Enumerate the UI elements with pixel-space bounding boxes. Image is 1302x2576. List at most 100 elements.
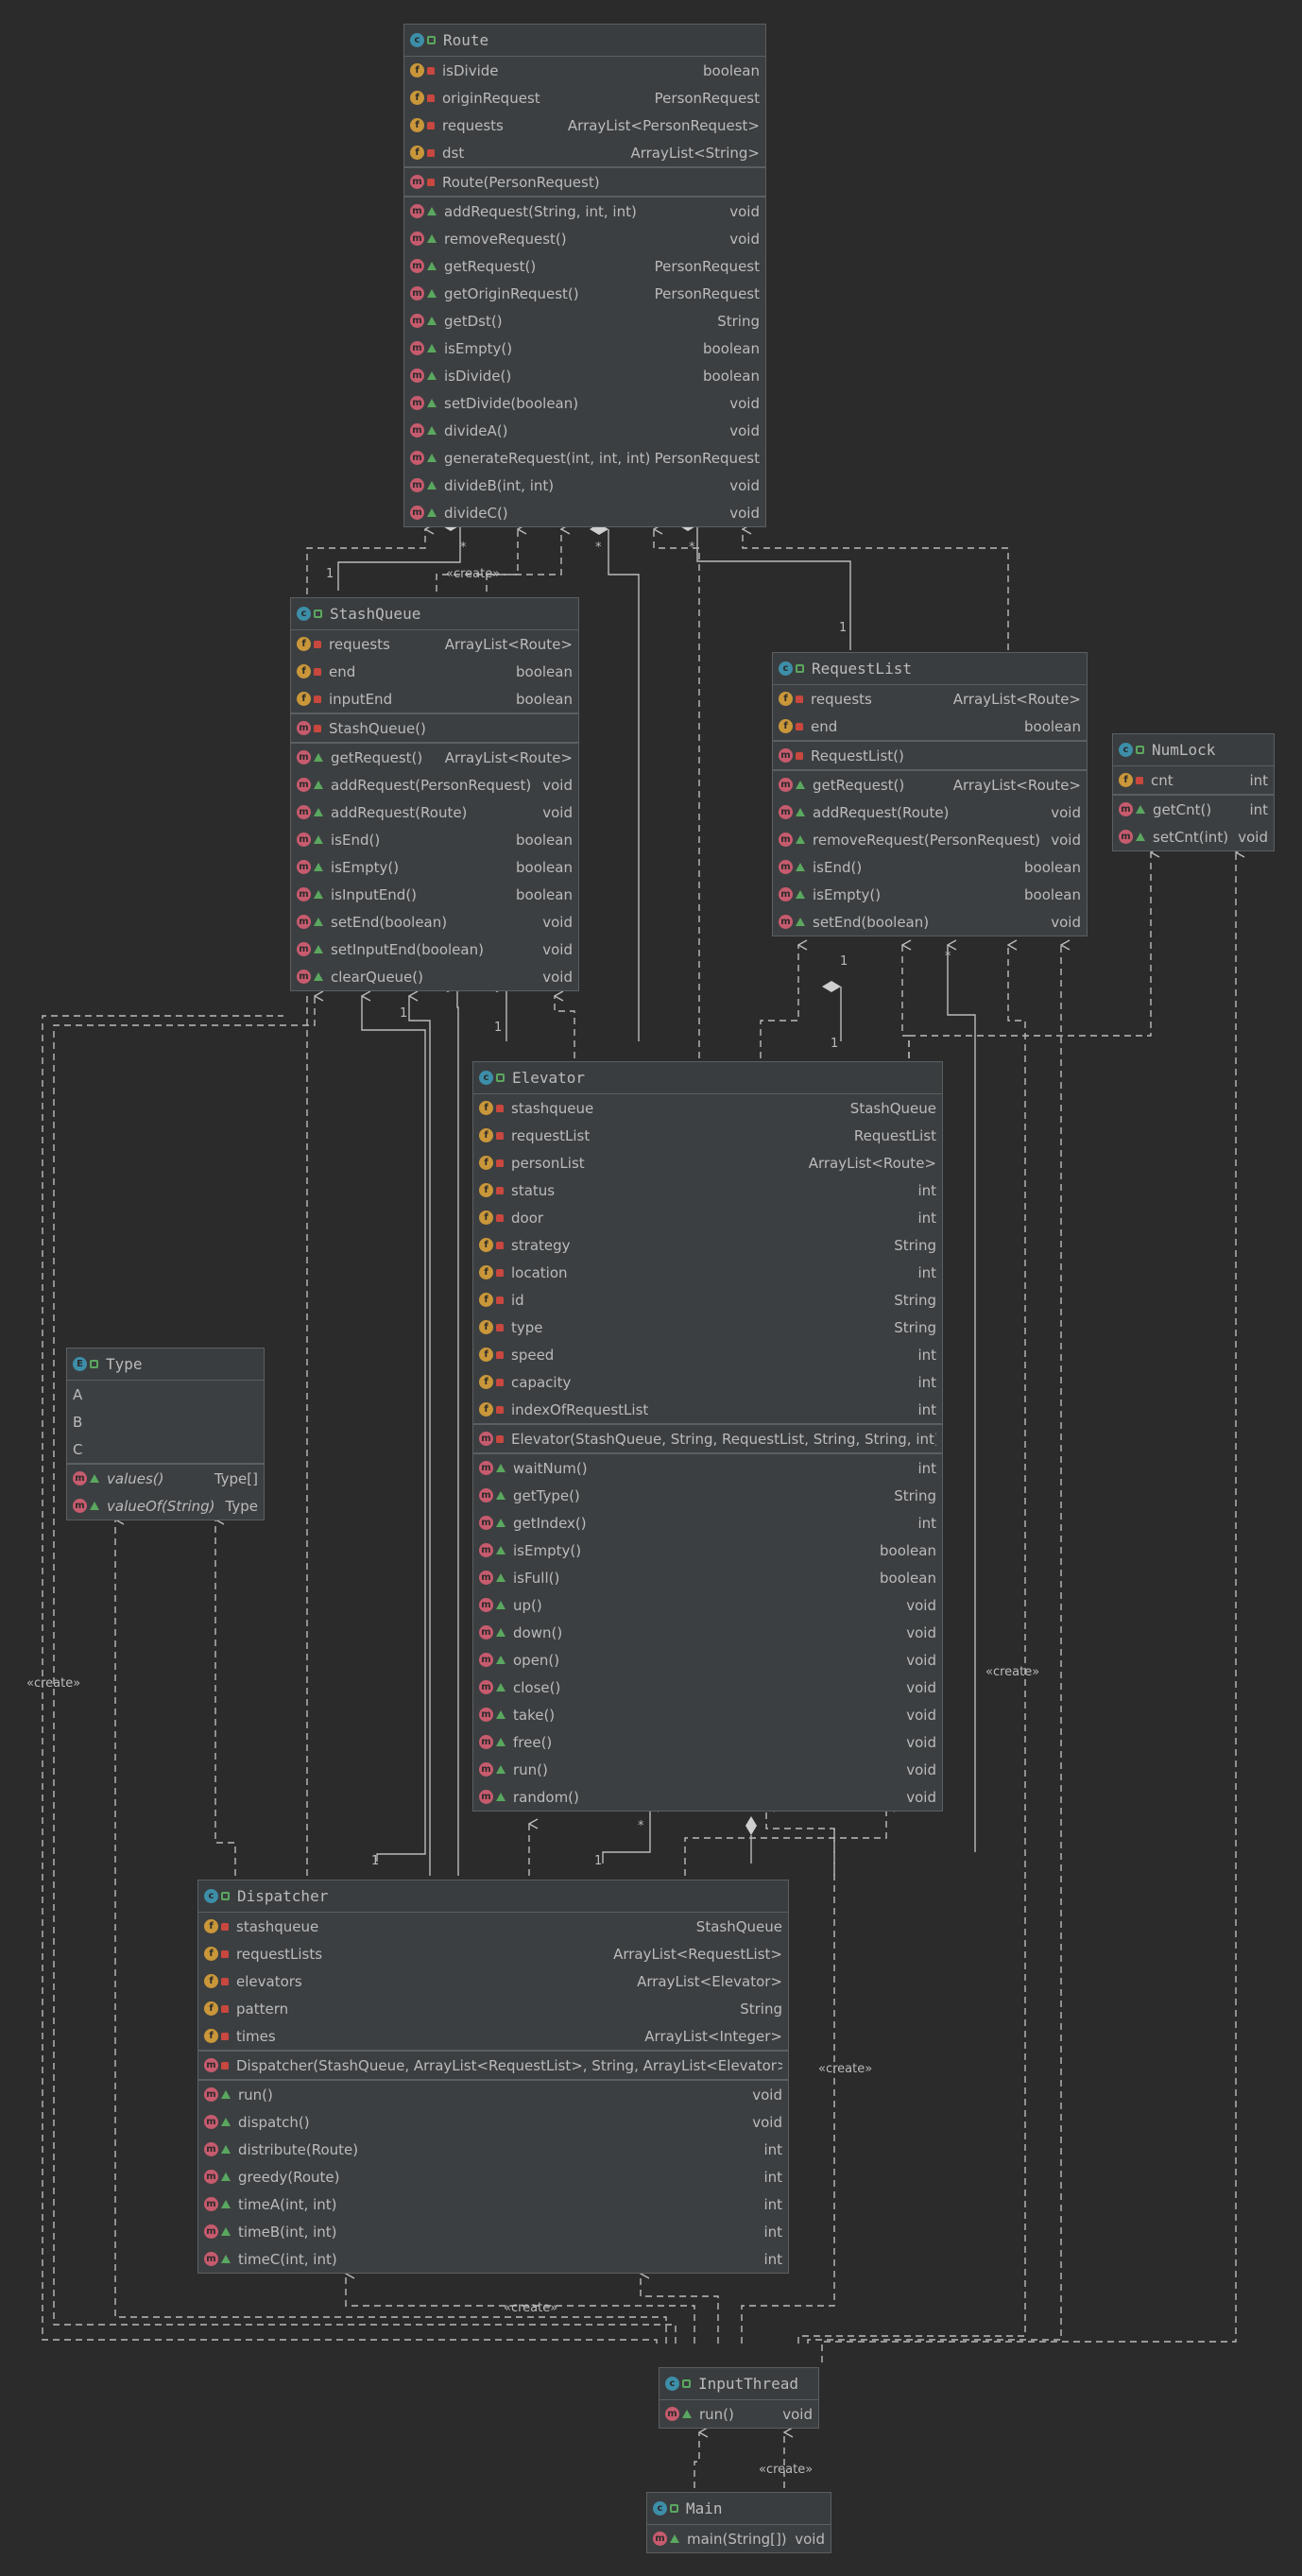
public-icon [314,972,323,981]
public-icon [314,781,323,789]
return-type: void [906,1788,936,1806]
class-stashqueue[interactable]: c StashQueue f requests ArrayList<Route> f en… [290,597,579,991]
field-row: f pattern String [198,1995,788,2022]
field-type: String [740,2000,782,2018]
method-name: addRequest(String, int, int) [444,202,637,220]
return-type: void [752,2113,782,2131]
field-name: speed [511,1346,555,1364]
field-icon: f [410,91,424,105]
field-type: ArrayList<RequestList> [613,1945,782,1963]
field-name: id [511,1291,524,1309]
return-type: PersonRequest [654,257,760,275]
return-type: int [1249,800,1268,818]
return-type: void [729,476,760,494]
method-name: random() [513,1788,579,1806]
create-label: «create» [504,2301,558,2315]
return-type: boolean [1024,858,1081,876]
public-icon [796,835,805,844]
class-header: E Type [67,1348,264,1381]
public-icon [496,1464,505,1472]
class-dispatcher[interactable]: c Dispatcher f stashqueue StashQueue f reques… [197,1880,789,2274]
private-icon [796,722,803,730]
class-type[interactable]: E Type ABC m values() Type[] m valueOf(String… [66,1348,265,1520]
method-row: m distribute(Route) int [198,2136,788,2163]
method-row: m getRequest() ArrayList<Route> [291,744,578,771]
field-row: f stashqueue StashQueue [473,1094,942,1122]
field-type: boolean [703,61,760,79]
method-list: m addRequest(String, int, int) void m remove… [404,197,765,526]
public-icon [221,2227,231,2236]
public-icon [496,1573,505,1582]
field-name: location [511,1263,568,1281]
method-name: down() [513,1623,563,1641]
method-row: m divideB(int, int) void [404,472,765,499]
method-icon: m [479,1708,493,1722]
field-row: f speed int [473,1341,942,1368]
class-route[interactable]: c Route f isDivide boolean f originRequest Per… [403,24,766,527]
public-icon [796,664,804,673]
return-type: boolean [1024,885,1081,903]
edge-stashqueue-route [337,520,461,591]
field-icon: f [479,1293,493,1307]
field-type: ArrayList<Integer> [644,2027,782,2045]
class-header: c InputThread [660,2368,818,2400]
private-icon [496,1159,504,1167]
method-name: isDivide() [444,367,512,385]
private-icon [496,1296,504,1304]
field-icon: f [410,63,424,77]
private-icon [427,148,435,157]
field-type: ArrayList<Route> [808,1154,936,1172]
method-row: m isFull() boolean [473,1564,942,1591]
class-name: InputThread [698,2375,798,2393]
method-name: free() [513,1733,553,1751]
private-icon [221,2004,229,2013]
public-icon [221,2172,231,2181]
method-row: m greedy(Route) int [198,2163,788,2190]
field-name: status [511,1181,556,1199]
return-type: void [906,1651,936,1669]
method-name: setEnd(boolean) [331,913,448,931]
field-type: int [917,1263,936,1281]
field-type: int [917,1346,936,1364]
method-row: m main(String[]) void [647,2525,831,2552]
method-row: m random() void [473,1783,942,1811]
class-name: StashQueue [330,605,421,623]
method-name: main(String[]) [687,2530,787,2548]
method-icon: m [479,1432,493,1446]
public-icon [1136,746,1144,754]
public-icon [314,808,323,816]
field-type: int [917,1373,936,1391]
edge-dep-stashqueue-1 [555,996,575,1058]
class-icon: c [1119,743,1133,757]
method-icon: m [479,1543,493,1557]
constructor-row: m Elevator(StashQueue, String, RequestLis… [473,1425,942,1452]
class-elevator[interactable]: c Elevator f stashqueue StashQueue f requestL… [472,1061,943,1812]
edge-inputthread-dispatcher-2 [641,2274,719,2344]
field-row: f personList ArrayList<Route> [473,1149,942,1176]
class-numlock[interactable]: c NumLock f cnt int m getCnt() int m setCnt(int… [1112,733,1275,851]
field-type: ArrayList<Route> [952,690,1081,708]
field-name: pattern [236,2000,289,2018]
field-type: boolean [516,662,573,680]
edge-dep-stashqueue-3 [409,996,431,1876]
method-icon: m [1119,830,1133,844]
return-type: void [1238,828,1268,846]
create-label: «create» [759,2463,814,2477]
method-icon: m [297,970,311,984]
field-row: f inputEnd boolean [291,685,578,713]
public-icon [90,1502,99,1510]
class-inputthread[interactable]: c InputThread m run() void [659,2367,819,2429]
method-icon: m [479,1571,493,1585]
field-name: cnt [1151,771,1174,789]
method-row: m removeRequest() void [404,225,765,252]
method-name: divideA() [444,421,508,439]
constructor-row: m RequestList() [773,742,1087,769]
public-icon [670,2534,679,2543]
class-main[interactable]: c Main m main(String[]) void [646,2492,831,2553]
method-name: run() [513,1760,548,1778]
class-requestlist[interactable]: c RequestList f requests ArrayList<Route> f e… [772,652,1088,936]
private-icon [221,2032,229,2040]
return-type: void [906,1678,936,1696]
method-row: m timeB(int, int) int [198,2218,788,2245]
edge-dep-stashqueue-4 [362,996,426,1862]
